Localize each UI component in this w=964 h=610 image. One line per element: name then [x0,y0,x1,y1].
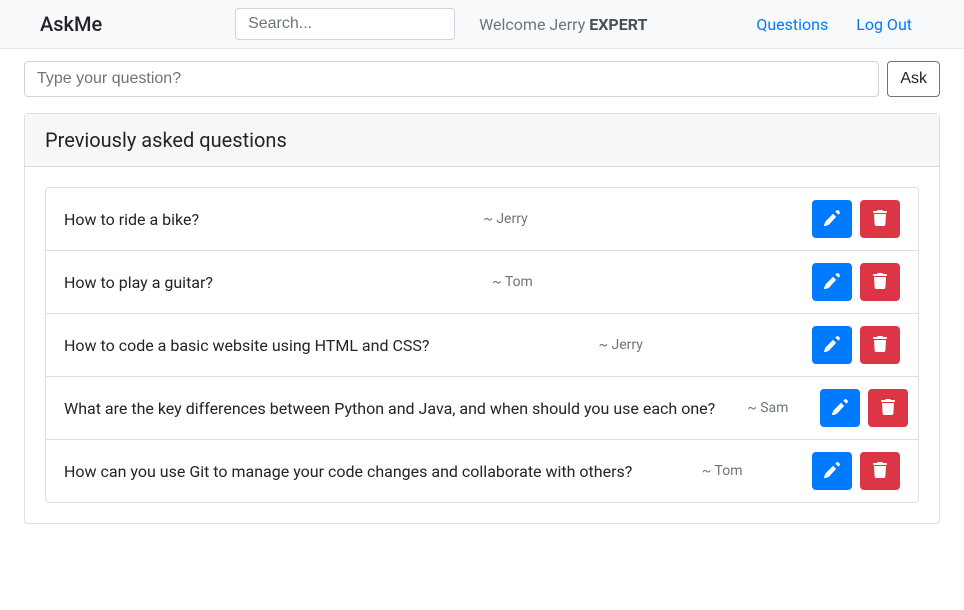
question-author: ~ Jerry [599,337,643,353]
ask-input[interactable] [24,61,879,97]
row-actions [820,389,908,427]
row-actions [812,263,900,301]
table-row: How can you use Git to manage your code … [45,440,919,503]
search-input[interactable] [235,8,455,40]
trash-icon [872,273,888,292]
delete-button[interactable] [860,263,900,301]
trash-icon [872,210,888,229]
trash-icon [880,399,896,418]
edit-icon [824,210,840,229]
question-list: How to ride a bike? ~ Jerry How to play a … [45,187,919,503]
table-row: How to ride a bike? ~ Jerry [45,187,919,251]
question-author: ~ Tom [702,463,743,479]
table-row: What are the key differences between Pyt… [45,377,919,440]
trash-icon [872,336,888,355]
delete-button[interactable] [868,389,908,427]
navbar: AskMe Welcome Jerry EXPERT Questions Log… [0,0,964,49]
card-body: How to ride a bike? ~ Jerry How to play a … [25,167,939,523]
question-text: How to ride a bike? [64,210,199,229]
card-header: Previously asked questions [25,114,939,167]
delete-button[interactable] [860,326,900,364]
welcome-text: Welcome Jerry EXPERT [479,15,647,34]
ask-row: Ask [24,61,940,97]
row-actions [812,452,900,490]
edit-icon [824,336,840,355]
edit-button[interactable] [812,200,852,238]
row-actions [812,200,900,238]
question-author: ~ Tom [492,274,533,290]
question-author: ~ Jerry [483,211,527,227]
welcome-role: EXPERT [589,15,647,34]
question-text: How to code a basic website using HTML a… [64,336,429,355]
question-text: How can you use Git to manage your code … [64,462,632,481]
nav-links: Questions Log Out [756,15,948,34]
edit-button[interactable] [812,263,852,301]
welcome-prefix: Welcome [479,15,549,34]
brand[interactable]: AskMe [16,8,126,40]
edit-icon [824,462,840,481]
edit-button[interactable] [820,389,860,427]
question-text: How to play a guitar? [64,273,213,292]
question-text: What are the key differences between Pyt… [64,399,715,418]
edit-icon [832,399,848,418]
trash-icon [872,462,888,481]
edit-button[interactable] [812,452,852,490]
delete-button[interactable] [860,200,900,238]
nav-center: Welcome Jerry EXPERT [142,8,740,40]
table-row: How to code a basic website using HTML a… [45,314,919,377]
row-actions [812,326,900,364]
nav-questions[interactable]: Questions [756,15,828,34]
welcome-name: Jerry [549,15,585,34]
table-row: How to play a guitar? ~ Tom [45,251,919,314]
questions-card: Previously asked questions How to ride a… [24,113,940,524]
delete-button[interactable] [860,452,900,490]
nav-logout[interactable]: Log Out [856,15,912,34]
question-author: ~ Sam [747,400,788,416]
edit-icon [824,273,840,292]
main-container: Ask Previously asked questions How to ri… [0,49,964,536]
edit-button[interactable] [812,326,852,364]
ask-button[interactable]: Ask [887,61,940,97]
